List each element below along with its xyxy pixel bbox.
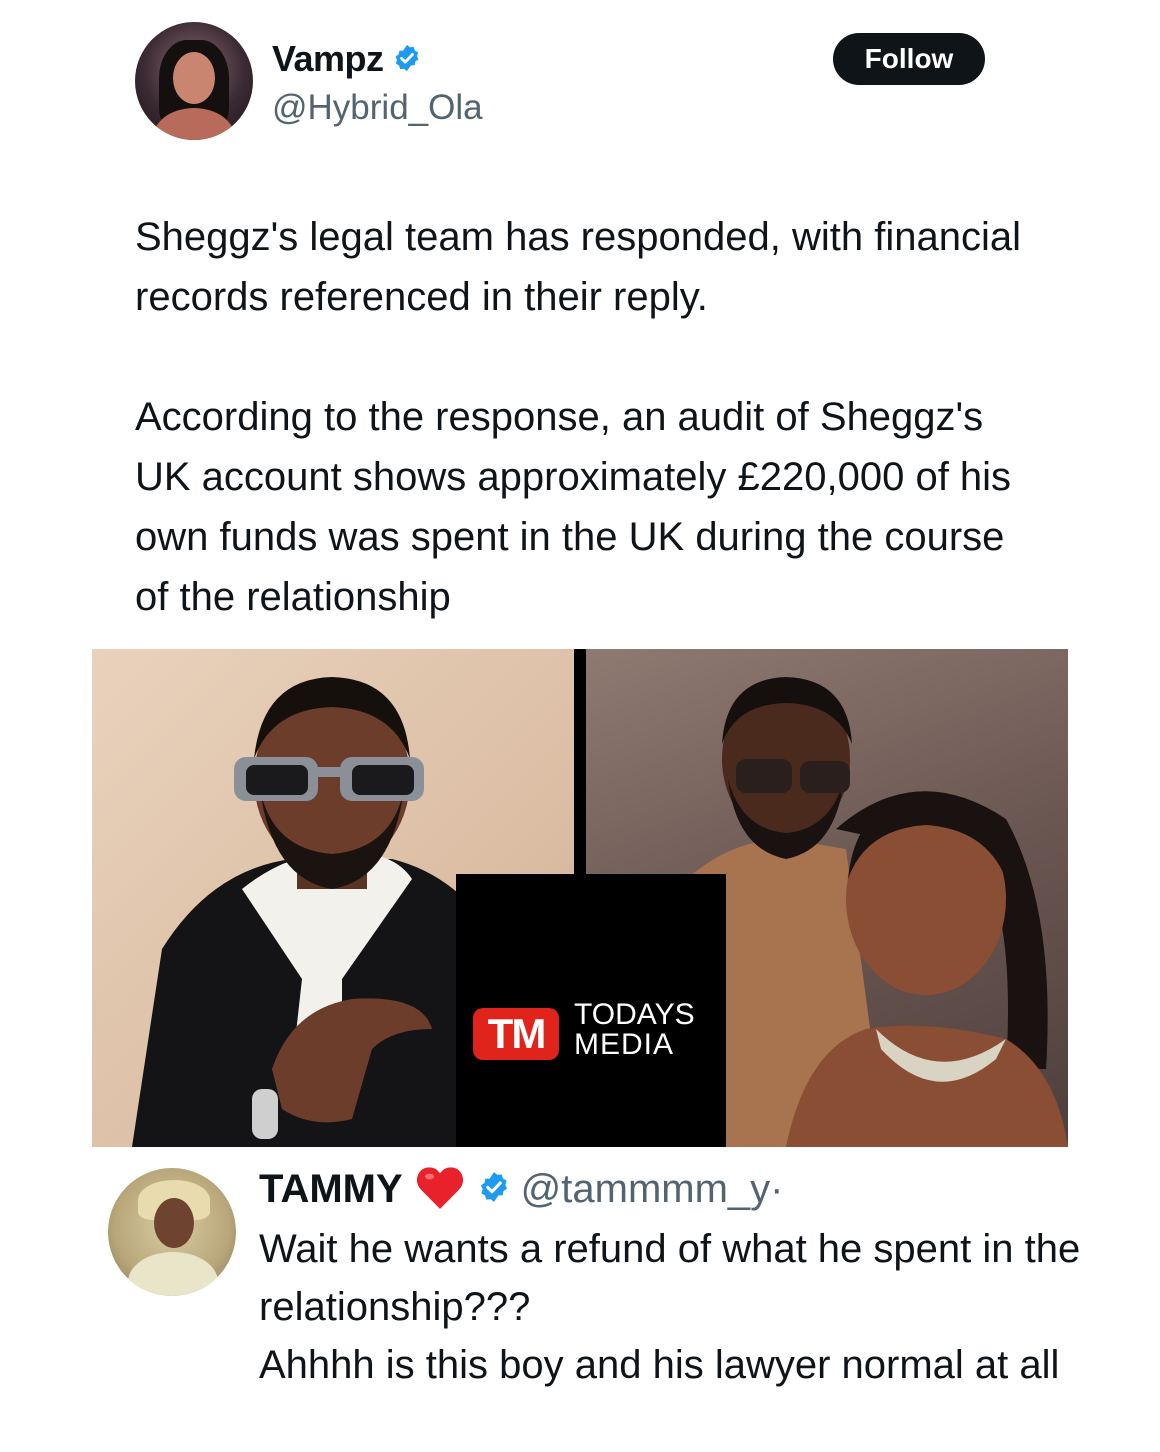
author-name[interactable]: Vampz [272,38,422,82]
reply-author-name[interactable]: TAMMY [259,1167,403,1212]
todays-media-logo: TM TODAYS MEDIA [456,874,726,1147]
reply-author-handle[interactable]: @tammmm_y [521,1167,771,1212]
verified-badge-icon [477,1170,511,1209]
tweet-paragraph: According to the response, an audit of S… [135,395,1012,619]
reply-body: Wait he wants a refund of what he spent … [259,1220,1119,1394]
tweet-media[interactable]: TM TODAYS MEDIA [92,649,1068,1147]
follow-button[interactable]: Follow [833,33,985,85]
reply-header: TAMMY @tammmm_y · [259,1161,784,1217]
logo-mark: TM [473,1008,559,1060]
reply-avatar[interactable] [108,1168,236,1296]
logo-text-todays: TODAYS [574,998,695,1031]
reply-line: Ahhhh is this boy and his lawyer normal … [259,1343,1060,1387]
separator-dot: · [770,1166,784,1211]
author-avatar[interactable] [135,22,253,140]
author-handle[interactable]: @Hybrid_Ola [272,88,483,128]
tweet-body: Sheggz's legal team has responded, with … [135,207,1035,687]
tweet-paragraph: Sheggz's legal team has responded, with … [135,215,1021,319]
verified-badge-icon [392,40,422,82]
red-heart-icon [415,1164,465,1215]
logo-text-media: MEDIA [574,1028,675,1061]
reply-line: Wait he wants a refund of what he spent … [259,1227,1081,1329]
